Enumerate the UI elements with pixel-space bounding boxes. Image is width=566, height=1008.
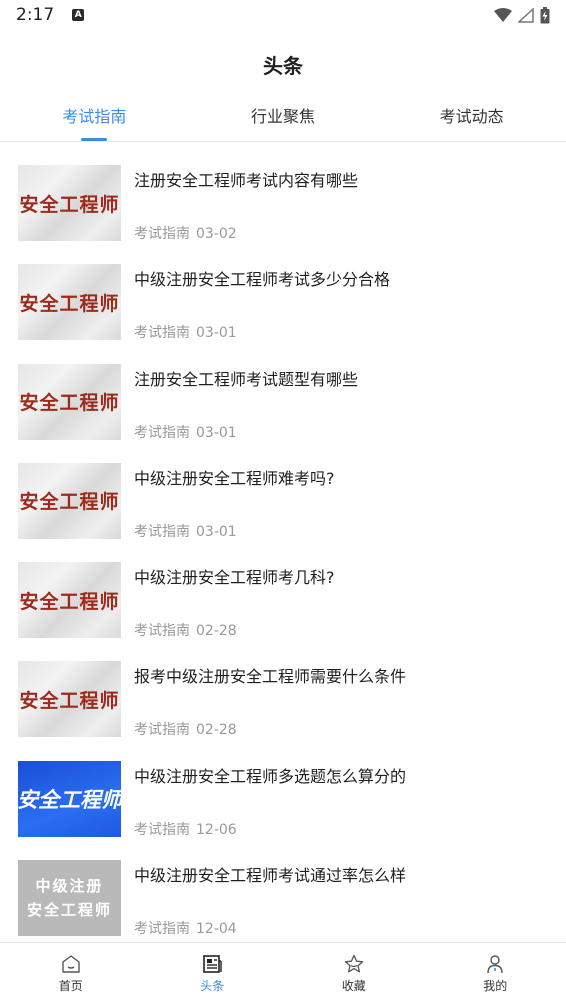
tab-label: 考试动态 <box>439 107 504 126</box>
article-title: 注册安全工程师考试题型有哪些 <box>134 369 359 389</box>
article-category: 考试指南 <box>134 921 190 938</box>
article-meta: 考试指南 03-01 <box>134 322 237 342</box>
article-category: 考试指南 <box>134 424 190 441</box>
article-meta: 考试指南 03-01 <box>134 521 237 541</box>
thumbnail-caption: 安全工程师 <box>19 491 120 514</box>
status-time: 2:17 <box>16 5 55 25</box>
status-left: 2:17 A <box>16 5 85 25</box>
list-item[interactable]: 安全工程师 中级注册安全工程师难考吗? 考试指南 03-01 <box>0 455 566 554</box>
article-title: 报考中级注册安全工程师需要什么条件 <box>134 667 407 687</box>
list-item[interactable]: 安全工程师 中级注册安全工程师考试多少分合格 考试指南 03-01 <box>0 256 566 355</box>
news-list: 安全工程师 注册安全工程师考试内容有哪些 考试指南 03-02 安全工程师 中级注… <box>0 157 566 951</box>
article-meta: 考试指南 12-04 <box>134 918 237 938</box>
article-meta: 考试指南 02-28 <box>134 620 237 640</box>
home-icon <box>62 955 80 973</box>
thumbnail-caption-line: 安全工程师 <box>26 901 112 920</box>
list-item[interactable]: 安全工程师 报考中级注册安全工程师需要什么条件 考试指南 02-28 <box>0 653 566 752</box>
article-thumbnail: 安全工程师 <box>18 661 121 738</box>
article-meta: 考试指南 03-01 <box>134 422 237 442</box>
nav-item-news[interactable]: 头条 <box>142 943 284 1008</box>
tab-label: 考试指南 <box>62 107 127 126</box>
article-thumbnail: 安全工程师 <box>18 264 121 341</box>
article-date: 02-28 <box>196 722 237 739</box>
list-item[interactable]: 中级注册 安全工程师 中级注册安全工程师考试通过率怎么样 考试指南 12-04 <box>0 852 566 951</box>
article-meta: 考试指南 03-02 <box>134 223 237 243</box>
nav-label: 头条 <box>200 979 225 993</box>
thumbnail-caption: 安全工程师 <box>19 590 120 613</box>
tab-label: 行业聚焦 <box>251 107 316 126</box>
nav-label: 首页 <box>58 979 83 993</box>
thumbnail-caption: 安全工程师 <box>19 689 120 712</box>
tab-active-indicator <box>81 138 108 141</box>
nav-label: 收藏 <box>341 979 366 993</box>
tab-bar: 考试指南 行业聚焦 考试动态 <box>0 96 566 142</box>
article-thumbnail: 安全工程师 <box>18 165 121 241</box>
article-thumbnail: 安全工程师 <box>18 462 121 539</box>
article-title: 中级注册安全工程师考试多少分合格 <box>134 270 391 290</box>
wifi-icon <box>494 8 512 22</box>
signal-icon <box>518 7 534 23</box>
list-item[interactable]: 安全工程师 中级注册安全工程师多选题怎么算分的 考试指南 12-06 <box>0 753 566 852</box>
article-date: 03-01 <box>196 325 237 342</box>
article-title: 注册安全工程师考试内容有哪些 <box>134 171 359 190</box>
article-thumbnail: 中级注册 安全工程师 <box>18 860 121 937</box>
nav-item-favorites[interactable]: 收藏 <box>283 943 425 1008</box>
thumbnail-caption-line: 中级注册 <box>35 877 104 896</box>
article-title: 中级注册安全工程师考几科? <box>134 568 335 588</box>
nav-item-home[interactable]: 首页 <box>0 943 142 1008</box>
article-category: 考试指南 <box>134 523 190 540</box>
article-category: 考试指南 <box>134 226 190 242</box>
news-icon <box>203 955 222 973</box>
tab-industry-focus[interactable]: 行业聚焦 <box>189 96 378 141</box>
article-thumbnail: 安全工程师 <box>18 363 121 440</box>
list-item[interactable]: 安全工程师 中级注册安全工程师考几科? 考试指南 02-28 <box>0 554 566 653</box>
tab-exam-guide[interactable]: 考试指南 <box>0 96 189 141</box>
thumbnail-caption: 安全工程师 <box>18 787 121 812</box>
thumbnail-caption: 安全工程师 <box>19 292 120 315</box>
article-date: 03-01 <box>196 523 237 540</box>
article-category: 考试指南 <box>134 821 190 838</box>
article-category: 考试指南 <box>134 325 190 342</box>
article-title: 中级注册安全工程师多选题怎么算分的 <box>134 766 407 786</box>
list-item[interactable]: 安全工程师 注册安全工程师考试题型有哪些 考试指南 03-01 <box>0 356 566 455</box>
star-icon <box>344 954 363 973</box>
article-meta: 考试指南 12-06 <box>134 819 237 839</box>
nav-label: 我的 <box>483 979 508 993</box>
thumbnail-caption: 安全工程师 <box>19 392 120 415</box>
article-category: 考试指南 <box>134 722 190 739</box>
article-title: 中级注册安全工程师难考吗? <box>134 468 335 488</box>
list-item[interactable]: 安全工程师 注册安全工程师考试内容有哪些 考试指南 03-02 <box>0 157 566 256</box>
article-date: 12-04 <box>196 921 237 938</box>
article-date: 02-28 <box>196 623 237 640</box>
status-right <box>494 6 550 24</box>
page-title: 头条 <box>263 54 303 78</box>
article-date: 12-06 <box>196 821 237 838</box>
battery-icon <box>540 6 550 23</box>
article-date: 03-01 <box>196 424 237 441</box>
thumbnail-caption: 安全工程师 <box>19 193 120 216</box>
article-title: 中级注册安全工程师考试通过率怎么样 <box>134 866 407 886</box>
profile-icon <box>487 955 503 974</box>
article-thumbnail: 安全工程师 <box>18 562 121 639</box>
status-bar: 2:17 A <box>0 0 566 30</box>
article-date: 03-02 <box>196 226 237 242</box>
article-meta: 考试指南 02-28 <box>134 719 237 739</box>
article-thumbnail: 安全工程师 <box>18 760 121 837</box>
bottom-nav: 首页 头条 收藏 我的 <box>0 942 566 1008</box>
nav-item-profile[interactable]: 我的 <box>425 943 566 1008</box>
article-category: 考试指南 <box>134 623 190 640</box>
a-notification-icon: A <box>72 9 85 21</box>
tab-exam-news[interactable]: 考试动态 <box>377 96 566 141</box>
